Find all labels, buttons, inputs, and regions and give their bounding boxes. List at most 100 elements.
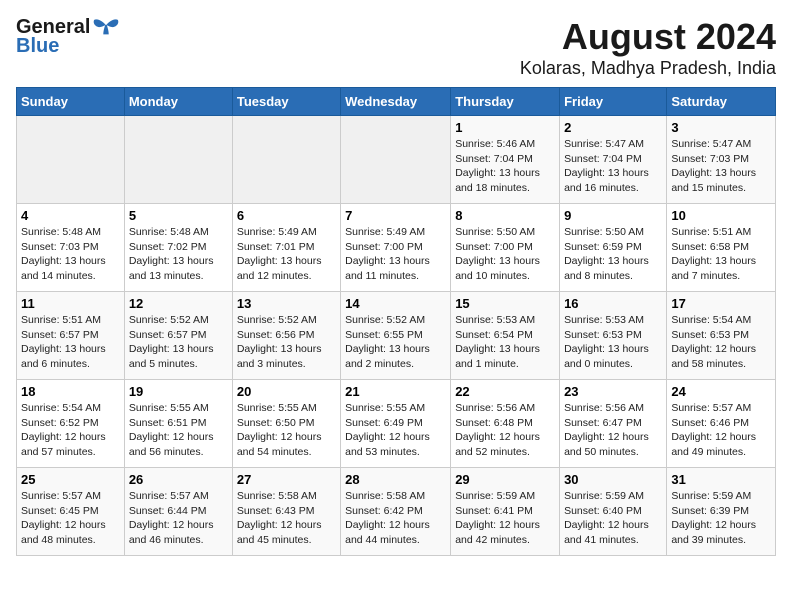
logo-bird-icon xyxy=(92,18,120,38)
cell-5-4: 29Sunrise: 5:59 AM Sunset: 6:41 PM Dayli… xyxy=(451,468,560,556)
cell-2-1: 5 Sunrise: 5:48 AM Sunset: 7:02 PM Daylig… xyxy=(124,204,232,292)
day-number: 29 xyxy=(455,472,555,487)
cell-5-5: 30 Sunrise: 5:59 AM Sunset: 6:40 PM Dayli… xyxy=(560,468,667,556)
cell-4-5: 23 Sunrise: 5:56 AM Sunset: 6:47 PM Dayli… xyxy=(560,380,667,468)
logo: General Blue xyxy=(16,16,120,58)
cell-3-6: 17 Sunrise: 5:54 AM Sunset: 6:53 PM Dayli… xyxy=(667,292,776,380)
cell-5-1: 26 Sunrise: 5:57 AM Sunset: 6:44 PM Dayli… xyxy=(124,468,232,556)
day-info: Sunrise: 5:53 AM Sunset: 6:54 PM Dayligh… xyxy=(455,313,555,372)
title-block: August 2024 Kolaras, Madhya Pradesh, Ind… xyxy=(520,16,776,79)
day-number: 30 xyxy=(564,472,662,487)
day-info: Sunrise: 5:59 AM Sunset: 6:40 PM Dayligh… xyxy=(564,489,662,548)
day-info: Sunrise: 5:53 AM Sunset: 6:53 PM Dayligh… xyxy=(564,313,662,372)
day-info: Sunrise: 5:55 AM Sunset: 6:51 PM Dayligh… xyxy=(129,401,228,460)
header-thursday: Thursday xyxy=(451,88,560,116)
day-number: 5 xyxy=(129,208,228,223)
header-tuesday: Tuesday xyxy=(232,88,340,116)
day-number: 1 xyxy=(455,120,555,135)
day-info: Sunrise: 5:47 AM Sunset: 7:04 PM Dayligh… xyxy=(564,137,662,196)
day-info: Sunrise: 5:52 AM Sunset: 6:55 PM Dayligh… xyxy=(345,313,446,372)
day-number: 26 xyxy=(129,472,228,487)
cell-1-5: 2 Sunrise: 5:47 AM Sunset: 7:04 PM Daylig… xyxy=(560,116,667,204)
calendar-table: SundayMondayTuesdayWednesdayThursdayFrid… xyxy=(16,87,776,556)
header-friday: Friday xyxy=(560,88,667,116)
day-info: Sunrise: 5:51 AM Sunset: 6:57 PM Dayligh… xyxy=(21,313,120,372)
day-info: Sunrise: 5:58 AM Sunset: 6:43 PM Dayligh… xyxy=(237,489,336,548)
day-info: Sunrise: 5:50 AM Sunset: 6:59 PM Dayligh… xyxy=(564,225,662,284)
cell-1-6: 3Sunrise: 5:47 AM Sunset: 7:03 PM Daylig… xyxy=(667,116,776,204)
cell-3-4: 15 Sunrise: 5:53 AM Sunset: 6:54 PM Dayli… xyxy=(451,292,560,380)
cell-3-1: 12Sunrise: 5:52 AM Sunset: 6:57 PM Dayli… xyxy=(124,292,232,380)
cell-3-2: 13Sunrise: 5:52 AM Sunset: 6:56 PM Dayli… xyxy=(232,292,340,380)
cell-3-3: 14 Sunrise: 5:52 AM Sunset: 6:55 PM Dayli… xyxy=(341,292,451,380)
day-number: 13 xyxy=(237,296,336,311)
day-info: Sunrise: 5:57 AM Sunset: 6:45 PM Dayligh… xyxy=(21,489,120,548)
day-number: 6 xyxy=(237,208,336,223)
day-info: Sunrise: 5:55 AM Sunset: 6:49 PM Dayligh… xyxy=(345,401,446,460)
day-number: 3 xyxy=(671,120,771,135)
day-info: Sunrise: 5:57 AM Sunset: 6:46 PM Dayligh… xyxy=(671,401,771,460)
day-info: Sunrise: 5:54 AM Sunset: 6:53 PM Dayligh… xyxy=(671,313,771,372)
day-number: 11 xyxy=(21,296,120,311)
cell-4-3: 21Sunrise: 5:55 AM Sunset: 6:49 PM Dayli… xyxy=(341,380,451,468)
day-number: 14 xyxy=(345,296,446,311)
day-number: 19 xyxy=(129,384,228,399)
cell-4-6: 24 Sunrise: 5:57 AM Sunset: 6:46 PM Dayli… xyxy=(667,380,776,468)
day-number: 17 xyxy=(671,296,771,311)
cell-5-0: 25 Sunrise: 5:57 AM Sunset: 6:45 PM Dayli… xyxy=(17,468,125,556)
week-row-4: 18Sunrise: 5:54 AM Sunset: 6:52 PM Dayli… xyxy=(17,380,776,468)
day-number: 23 xyxy=(564,384,662,399)
cell-2-5: 9 Sunrise: 5:50 AM Sunset: 6:59 PM Daylig… xyxy=(560,204,667,292)
day-number: 18 xyxy=(21,384,120,399)
day-number: 16 xyxy=(564,296,662,311)
day-info: Sunrise: 5:57 AM Sunset: 6:44 PM Dayligh… xyxy=(129,489,228,548)
cell-2-6: 10 Sunrise: 5:51 AM Sunset: 6:58 PM Dayli… xyxy=(667,204,776,292)
day-info: Sunrise: 5:56 AM Sunset: 6:48 PM Dayligh… xyxy=(455,401,555,460)
cell-1-2 xyxy=(232,116,340,204)
week-row-5: 25 Sunrise: 5:57 AM Sunset: 6:45 PM Dayli… xyxy=(17,468,776,556)
day-number: 7 xyxy=(345,208,446,223)
cell-4-4: 22 Sunrise: 5:56 AM Sunset: 6:48 PM Dayli… xyxy=(451,380,560,468)
cell-4-2: 20 Sunrise: 5:55 AM Sunset: 6:50 PM Dayli… xyxy=(232,380,340,468)
day-info: Sunrise: 5:59 AM Sunset: 6:39 PM Dayligh… xyxy=(671,489,771,548)
day-info: Sunrise: 5:51 AM Sunset: 6:58 PM Dayligh… xyxy=(671,225,771,284)
cell-4-0: 18Sunrise: 5:54 AM Sunset: 6:52 PM Dayli… xyxy=(17,380,125,468)
header-monday: Monday xyxy=(124,88,232,116)
day-number: 9 xyxy=(564,208,662,223)
cell-5-2: 27 Sunrise: 5:58 AM Sunset: 6:43 PM Dayli… xyxy=(232,468,340,556)
day-number: 20 xyxy=(237,384,336,399)
cell-5-6: 31Sunrise: 5:59 AM Sunset: 6:39 PM Dayli… xyxy=(667,468,776,556)
week-row-1: 1 Sunrise: 5:46 AM Sunset: 7:04 PM Daylig… xyxy=(17,116,776,204)
day-info: Sunrise: 5:50 AM Sunset: 7:00 PM Dayligh… xyxy=(455,225,555,284)
cell-2-3: 7Sunrise: 5:49 AM Sunset: 7:00 PM Daylig… xyxy=(341,204,451,292)
cell-1-1 xyxy=(124,116,232,204)
day-number: 10 xyxy=(671,208,771,223)
cell-1-3 xyxy=(341,116,451,204)
calendar-header-row: SundayMondayTuesdayWednesdayThursdayFrid… xyxy=(17,88,776,116)
day-info: Sunrise: 5:56 AM Sunset: 6:47 PM Dayligh… xyxy=(564,401,662,460)
cell-4-1: 19 Sunrise: 5:55 AM Sunset: 6:51 PM Dayli… xyxy=(124,380,232,468)
day-info: Sunrise: 5:48 AM Sunset: 7:02 PM Dayligh… xyxy=(129,225,228,284)
day-number: 22 xyxy=(455,384,555,399)
day-number: 24 xyxy=(671,384,771,399)
cell-2-0: 4Sunrise: 5:48 AM Sunset: 7:03 PM Daylig… xyxy=(17,204,125,292)
day-info: Sunrise: 5:46 AM Sunset: 7:04 PM Dayligh… xyxy=(455,137,555,196)
week-row-2: 4Sunrise: 5:48 AM Sunset: 7:03 PM Daylig… xyxy=(17,204,776,292)
cell-1-0 xyxy=(17,116,125,204)
page-header: General Blue August 2024 Kolaras, Madhya… xyxy=(16,16,776,79)
day-info: Sunrise: 5:49 AM Sunset: 7:01 PM Dayligh… xyxy=(237,225,336,284)
cell-2-4: 8Sunrise: 5:50 AM Sunset: 7:00 PM Daylig… xyxy=(451,204,560,292)
day-number: 25 xyxy=(21,472,120,487)
header-wednesday: Wednesday xyxy=(341,88,451,116)
week-row-3: 11 Sunrise: 5:51 AM Sunset: 6:57 PM Dayli… xyxy=(17,292,776,380)
header-sunday: Sunday xyxy=(17,88,125,116)
day-number: 4 xyxy=(21,208,120,223)
day-number: 15 xyxy=(455,296,555,311)
day-number: 12 xyxy=(129,296,228,311)
day-number: 2 xyxy=(564,120,662,135)
cell-5-3: 28Sunrise: 5:58 AM Sunset: 6:42 PM Dayli… xyxy=(341,468,451,556)
day-info: Sunrise: 5:55 AM Sunset: 6:50 PM Dayligh… xyxy=(237,401,336,460)
day-number: 28 xyxy=(345,472,446,487)
cell-2-2: 6 Sunrise: 5:49 AM Sunset: 7:01 PM Daylig… xyxy=(232,204,340,292)
day-number: 27 xyxy=(237,472,336,487)
